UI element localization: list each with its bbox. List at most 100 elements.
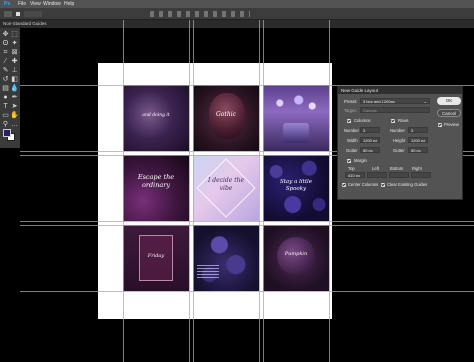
tools-panel: ✥ ⬚ ʘ ✦ ⌗ ⊠ ⁄ ✚ ✎ ⊥ ↺ ◧ ▤ 💧 ● ✒ T ➤ ▭ ✋ …: [0, 28, 20, 148]
crop-tool-icon[interactable]: ⌗: [1, 48, 10, 57]
menu-window[interactable]: Window: [43, 0, 61, 8]
document-tab-label: Non-Standard Guides: [3, 21, 47, 26]
menu-help[interactable]: Help: [64, 0, 74, 8]
document-tab[interactable]: Non-Standard Guides: [0, 20, 474, 28]
cancel-button[interactable]: Cancel: [437, 109, 461, 117]
align-icons[interactable]: [150, 11, 250, 17]
shape-tool-icon[interactable]: ▭: [1, 111, 10, 120]
tile-7[interactable]: Friday: [123, 225, 189, 291]
guide-vertical-2[interactable]: [189, 20, 190, 362]
lasso-tool-icon[interactable]: ʘ: [1, 39, 10, 48]
tile-5[interactable]: I decide the vibe: [193, 155, 259, 221]
margin-label: Margin: [354, 158, 367, 163]
center-columns-checkbox[interactable]: [342, 183, 346, 187]
preview-label: Preview: [444, 122, 459, 127]
type-tool-icon[interactable]: T: [1, 102, 10, 111]
guide-horizontal-6[interactable]: [20, 291, 474, 292]
tile-1[interactable]: and doing it: [123, 85, 189, 151]
menu-view[interactable]: View: [30, 0, 41, 8]
guide-horizontal-4[interactable]: [20, 221, 474, 222]
target-value: Canvas: [363, 108, 377, 113]
margin-left-field[interactable]: [367, 172, 387, 178]
col-width-field[interactable]: 1200 px: [360, 137, 380, 143]
eraser-tool-icon[interactable]: ◧: [10, 75, 19, 84]
eyedropper-icon[interactable]: ⁄: [1, 57, 10, 66]
tile-4[interactable]: Escape the ordinary: [123, 155, 189, 221]
stamp-tool-icon[interactable]: ⊥: [10, 66, 19, 75]
marquee-tool-icon[interactable]: ⬚: [10, 30, 19, 39]
margin-left-label: Left: [372, 166, 379, 171]
guide-vertical-4[interactable]: [259, 20, 260, 362]
options-bar: [0, 8, 474, 20]
preset-value: 3 box grid 1200px: [363, 99, 395, 104]
margin-checkbox[interactable]: [347, 159, 351, 163]
row-number-field[interactable]: 3: [408, 127, 428, 133]
ok-button[interactable]: OK: [437, 97, 461, 105]
row-number-value: 3: [411, 128, 414, 133]
col-gutter-field[interactable]: 50 px: [360, 147, 380, 153]
magic-wand-icon[interactable]: ✦: [10, 39, 19, 48]
tile-2-text: Gothic: [216, 111, 236, 118]
tile-3[interactable]: [263, 85, 329, 151]
pen-tool-icon[interactable]: ✒: [10, 93, 19, 102]
gradient-tool-icon[interactable]: ▤: [1, 84, 10, 93]
zoom-tool-icon[interactable]: ⚲: [1, 120, 10, 129]
row-height-label: Height: [393, 138, 406, 143]
row-gutter-field[interactable]: 50 px: [408, 147, 428, 153]
col-number-field[interactable]: 3: [360, 127, 380, 133]
move-tool-option[interactable]: [4, 11, 12, 17]
tile-7-text: Friday: [147, 253, 165, 259]
columns-label: Columns: [354, 118, 371, 123]
move-tool-icon[interactable]: ✥: [1, 30, 10, 39]
columns-checkbox[interactable]: [347, 119, 351, 123]
blur-tool-icon[interactable]: 💧: [10, 84, 19, 93]
col-width-label: Width: [347, 138, 358, 143]
layer-dropdown[interactable]: [24, 11, 42, 17]
col-gutter-value: 50 px: [363, 148, 373, 153]
chevron-down-icon: ⌄: [423, 99, 427, 104]
margin-bottom-field[interactable]: [389, 172, 409, 178]
preset-dropdown[interactable]: 3 box grid 1200px ⌄: [360, 98, 430, 104]
preview-checkbox[interactable]: [438, 123, 442, 127]
path-select-icon[interactable]: ➤: [10, 102, 19, 111]
tile-8[interactable]: [193, 225, 259, 291]
margin-bottom-label: Bottom: [390, 166, 404, 171]
brush-tool-icon[interactable]: ✎: [1, 66, 10, 75]
document-canvas[interactable]: and doing it Gothic Escape the ordinary …: [98, 63, 332, 319]
dodge-tool-icon[interactable]: ●: [1, 93, 10, 102]
row-gutter-label: Gutter: [393, 148, 405, 153]
menu-file[interactable]: File: [18, 0, 26, 8]
tile-4-text: Escape the ordinary: [137, 173, 175, 189]
tile-2[interactable]: Gothic: [193, 85, 259, 151]
tile-8-flowers: [193, 225, 259, 291]
tile-3-bokeh: [269, 91, 323, 121]
hand-tool-icon[interactable]: ✋: [10, 111, 19, 120]
margin-right-field[interactable]: [411, 172, 431, 178]
tile-6[interactable]: Stay a little Spooky: [263, 155, 329, 221]
frame-tool-icon[interactable]: ⊠: [10, 48, 19, 57]
guide-horizontal-5[interactable]: [20, 225, 474, 226]
tile-9-text: Pumpkin: [284, 251, 308, 257]
auto-select-checkbox[interactable]: [16, 12, 20, 16]
history-brush-icon[interactable]: ↺: [1, 75, 10, 84]
guide-vertical-5[interactable]: [263, 20, 264, 362]
foreground-color-swatch[interactable]: [3, 129, 11, 137]
center-columns-label: Center Columns: [348, 182, 379, 187]
row-height-field[interactable]: 1200 px: [408, 137, 428, 143]
more-tools-icon[interactable]: …: [10, 120, 19, 129]
target-dropdown[interactable]: Canvas: [360, 107, 430, 113]
app-logo: Ps: [4, 1, 11, 7]
tile-9[interactable]: Pumpkin: [263, 225, 329, 291]
tile-3-bottle: [283, 123, 309, 143]
tile-8-lines: [197, 265, 219, 279]
healing-brush-icon[interactable]: ✚: [10, 57, 19, 66]
guide-vertical-3[interactable]: [193, 20, 194, 362]
guide-vertical-1[interactable]: [123, 20, 124, 362]
new-guide-layout-dialog: New Guide Layout Preset: 3 box grid 1200…: [337, 86, 463, 200]
col-number-value: 3: [363, 128, 366, 133]
photoshop-window: Ps File View Window Help Non-Standard Gu…: [0, 0, 474, 362]
guide-vertical-6[interactable]: [329, 20, 330, 362]
margin-top-field[interactable]: 410 px: [345, 172, 365, 178]
rows-checkbox[interactable]: [391, 119, 395, 123]
clear-guides-checkbox[interactable]: [381, 183, 385, 187]
